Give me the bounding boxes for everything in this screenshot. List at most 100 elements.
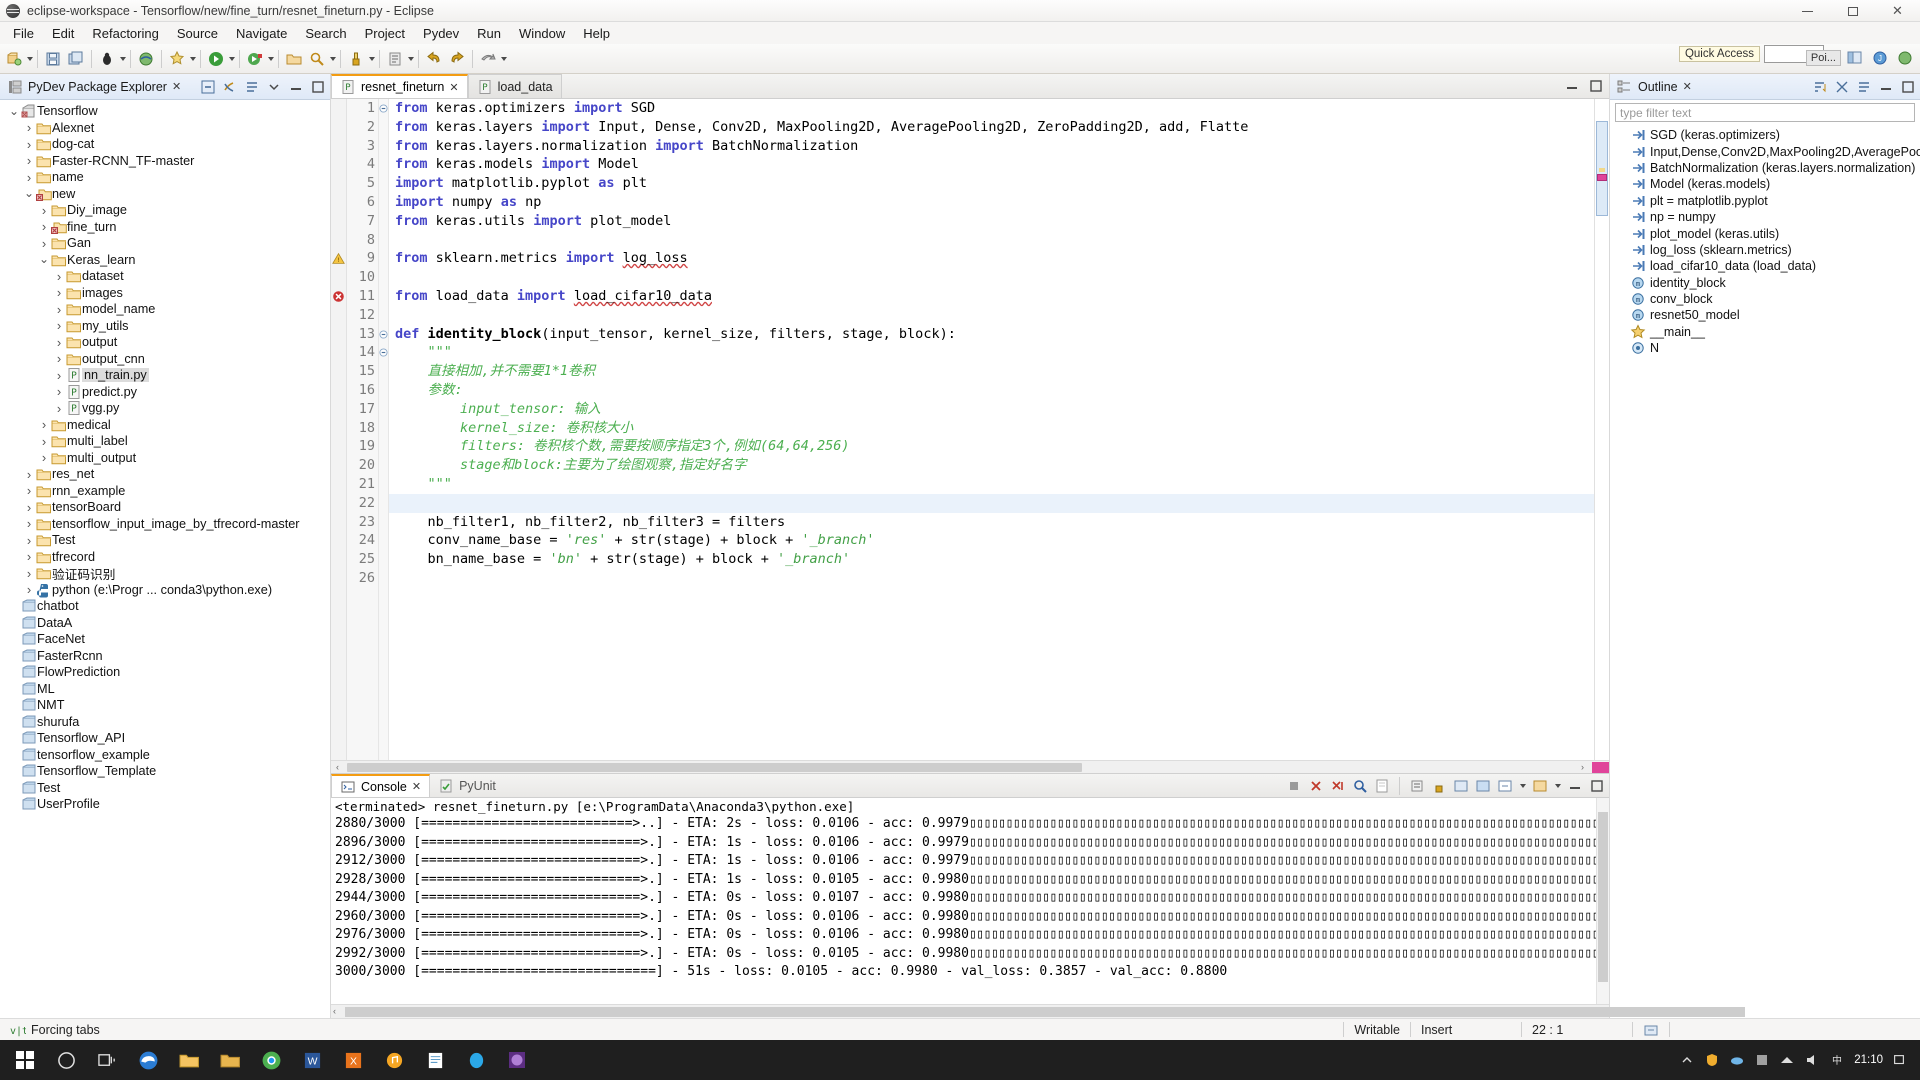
console-tab-close-icon[interactable]: ✕ — [412, 780, 421, 793]
tree-item[interactable]: Tensorflow_API — [0, 730, 330, 747]
console-output[interactable]: <terminated> resnet_fineturn.py [e:\Prog… — [331, 798, 1609, 1004]
tree-expand-arrow-closed-icon[interactable] — [38, 219, 50, 234]
scroll-left-icon[interactable]: ‹ — [331, 762, 344, 772]
tree-item[interactable]: Faster-RCNN_TF-master — [0, 153, 330, 170]
save-all-button[interactable] — [65, 48, 87, 70]
tree-item[interactable]: python (e:\Progr ... conda3\python.exe) — [0, 582, 330, 599]
tray-app-icon[interactable] — [1754, 1052, 1770, 1068]
console-hscroll-thumb[interactable] — [345, 1007, 1745, 1017]
sort-icon[interactable] — [1812, 79, 1828, 95]
action-center-icon[interactable] — [1892, 1052, 1906, 1068]
tree-item[interactable]: NMT — [0, 697, 330, 714]
new-wizard-dropdown-icon[interactable] — [27, 56, 33, 61]
code-line[interactable]: from load_data import load_cifar10_data — [389, 287, 1594, 306]
menu-item-refactoring[interactable]: Refactoring — [83, 24, 167, 43]
back-button[interactable] — [423, 48, 445, 70]
outline-item[interactable]: BatchNormalization (keras.layers.normali… — [1610, 160, 1920, 176]
tree-expand-arrow-open-icon[interactable] — [38, 256, 50, 263]
code-line[interactable] — [389, 231, 1594, 250]
tree-item[interactable]: Tensorflow_Template — [0, 763, 330, 780]
java-perspective-icon[interactable]: J — [1869, 47, 1891, 69]
tree-item[interactable]: 验证码识别 — [0, 565, 330, 582]
tree-expand-arrow-closed-icon[interactable] — [53, 318, 65, 333]
outline-item[interactable]: Input,Dense,Conv2D,MaxPooling2D,AverageP… — [1610, 143, 1920, 159]
code-line[interactable]: nb_filter1, nb_filter2, nb_filter3 = fil… — [389, 513, 1594, 532]
editor-tab-resnet-fineturn[interactable]: P resnet_fineturn ✕ — [331, 74, 468, 98]
tree-expand-arrow-closed-icon[interactable] — [53, 269, 65, 284]
tree-item[interactable]: output_cnn — [0, 351, 330, 368]
tree-item[interactable]: Test — [0, 780, 330, 797]
code-line[interactable]: from keras.layers.normalization import B… — [389, 137, 1594, 156]
outline-item[interactable]: m identity_block — [1610, 275, 1920, 291]
file-explorer-icon[interactable] — [170, 1041, 208, 1079]
menu-item-pydev[interactable]: Pydev — [414, 24, 468, 43]
menu-item-window[interactable]: Window — [510, 24, 574, 43]
new-console-dropdown-icon[interactable] — [1555, 783, 1561, 788]
outline-item[interactable]: __main__ — [1610, 324, 1920, 340]
edge-icon[interactable] — [129, 1041, 167, 1079]
save-button[interactable] — [42, 48, 64, 70]
code-line[interactable]: """ — [389, 343, 1594, 362]
marker-ruler[interactable]: ! — [331, 99, 347, 760]
outline-maximize-icon[interactable] — [1900, 79, 1916, 95]
tree-item[interactable]: FaceNet — [0, 631, 330, 648]
code-editor[interactable]: ! 1 2 3 4 5 6 7 8 9 10 11 12 13 14 15 16 17 18 19 20 21 22 23 2… — [331, 99, 1609, 760]
word-icon[interactable]: W — [293, 1041, 331, 1079]
run-external-tools-button[interactable] — [244, 48, 266, 70]
project-tree[interactable]: TensorflowAlexnet dog-catFaster-RCNN_TF-m… — [0, 100, 330, 1018]
code-line[interactable]: from keras.models import Model — [389, 155, 1594, 174]
outline-item[interactable]: np = numpy — [1610, 209, 1920, 225]
menu-item-navigate[interactable]: Navigate — [227, 24, 296, 43]
console-scroll-left-icon[interactable]: ‹ — [333, 1006, 336, 1016]
view-menu-icon[interactable] — [244, 79, 260, 95]
tree-item[interactable]: chatbot — [0, 598, 330, 615]
editor-tab-load-data[interactable]: P load_data — [467, 74, 562, 98]
new-wizard-button[interactable] — [3, 48, 25, 70]
show-console-icon[interactable] — [1453, 778, 1469, 794]
outline-item[interactable]: N — [1610, 340, 1920, 356]
tree-item[interactable]: res_net — [0, 466, 330, 483]
menu-item-file[interactable]: File — [4, 24, 43, 43]
package-explorer-close-icon[interactable]: ✕ — [172, 80, 181, 93]
tree-expand-arrow-closed-icon[interactable] — [23, 467, 35, 482]
code-line[interactable]: import matplotlib.pyplot as plt — [389, 174, 1594, 193]
excel-icon[interactable]: X — [334, 1041, 372, 1079]
pydev-perspective-icon[interactable] — [1894, 47, 1916, 69]
tree-expand-arrow-closed-icon[interactable] — [53, 351, 65, 366]
link-with-editor-icon[interactable] — [222, 79, 238, 95]
maximize-button[interactable] — [1830, 0, 1875, 22]
qq-icon[interactable] — [457, 1041, 495, 1079]
console-vertical-scrollbar[interactable] — [1596, 798, 1609, 1004]
tree-item[interactable]: tfrecord — [0, 549, 330, 566]
code-line[interactable]: 参数: — [389, 381, 1594, 400]
pyunit-tab[interactable]: PyUnit — [430, 774, 504, 797]
tree-expand-arrow-closed-icon[interactable] — [23, 533, 35, 548]
editor-tab-close-icon[interactable]: ✕ — [449, 81, 458, 94]
open-folder-button[interactable] — [283, 48, 305, 70]
tree-item[interactable]: dog-cat — [0, 136, 330, 153]
tree-item[interactable]: Diy_image — [0, 202, 330, 219]
maximize-editor-icon[interactable] — [1588, 78, 1604, 94]
tree-item[interactable]: Tensorflow — [0, 103, 330, 120]
tray-shield-icon[interactable] — [1704, 1052, 1720, 1068]
taskbar-clock[interactable]: 21:10 — [1854, 1054, 1883, 1066]
tree-item[interactable]: Keras_learn — [0, 252, 330, 269]
notes-icon[interactable] — [416, 1041, 454, 1079]
hide-fields-icon[interactable] — [1834, 79, 1850, 95]
tree-expand-arrow-closed-icon[interactable] — [23, 137, 35, 152]
outline-item[interactable]: plot_model (keras.utils) — [1610, 225, 1920, 241]
console-vscroll-thumb[interactable] — [1598, 812, 1608, 982]
tray-ime-icon[interactable]: 中 — [1829, 1052, 1845, 1068]
tree-item[interactable]: fine_turn — [0, 219, 330, 236]
forward-button[interactable] — [446, 48, 468, 70]
outline-item[interactable]: m resnet50_model — [1610, 307, 1920, 323]
clear-console-icon[interactable] — [1374, 778, 1390, 794]
tree-item[interactable]: new — [0, 186, 330, 203]
maximize-console-icon[interactable] — [1589, 778, 1605, 794]
task-view-icon[interactable] — [88, 1041, 126, 1079]
eclipse-taskbar-icon[interactable] — [498, 1041, 536, 1079]
tree-expand-arrow-closed-icon[interactable] — [23, 120, 35, 135]
collapse-all-icon[interactable] — [200, 79, 216, 95]
new-pydev-project-button[interactable] — [166, 48, 188, 70]
tray-cloud-icon[interactable] — [1729, 1052, 1745, 1068]
